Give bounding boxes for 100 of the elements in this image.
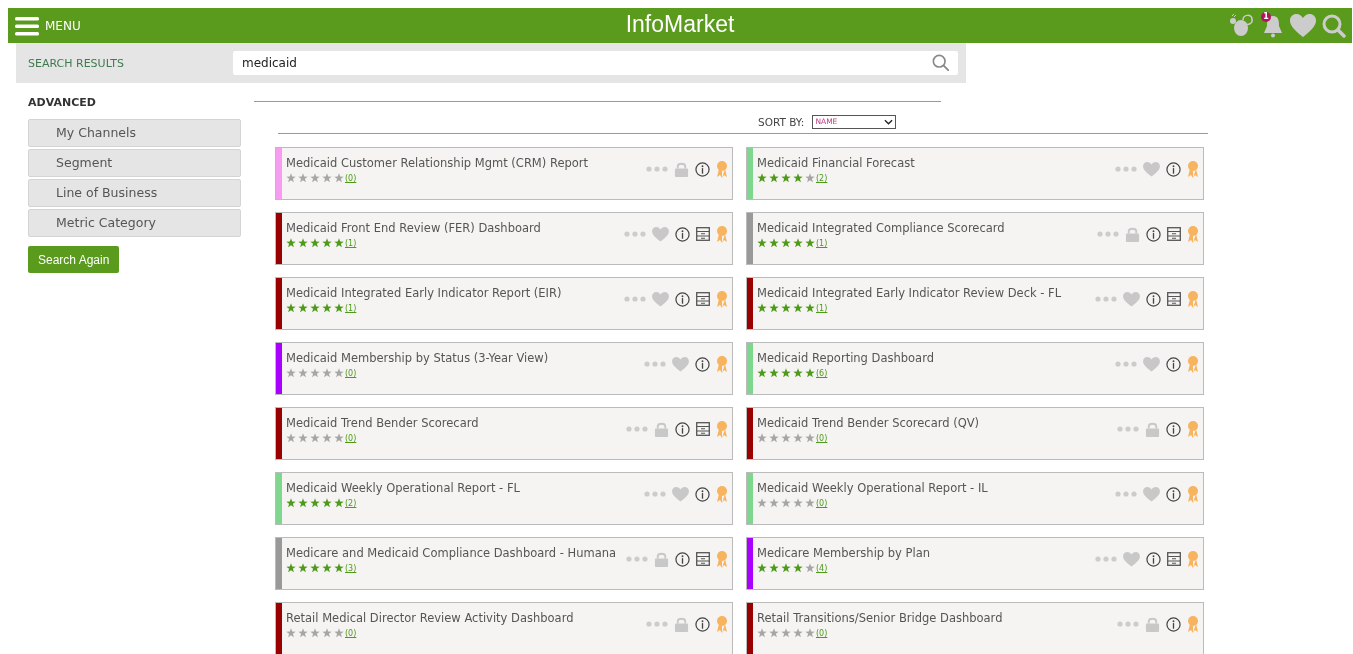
info-icon[interactable] bbox=[675, 226, 690, 242]
info-icon[interactable] bbox=[1166, 421, 1181, 437]
star-icon[interactable] bbox=[793, 173, 803, 183]
ribbon-icon[interactable] bbox=[716, 225, 728, 243]
info-icon[interactable] bbox=[1146, 551, 1161, 567]
info-icon[interactable] bbox=[675, 421, 690, 437]
heart-icon[interactable] bbox=[672, 486, 689, 502]
info-icon[interactable] bbox=[675, 291, 690, 307]
star-icon[interactable] bbox=[781, 238, 791, 248]
star-icon[interactable] bbox=[805, 563, 815, 573]
sidebar-item[interactable]: Segment bbox=[28, 149, 241, 177]
star-icon[interactable] bbox=[298, 628, 308, 638]
star-icon[interactable] bbox=[793, 498, 803, 508]
star-icon[interactable] bbox=[769, 238, 779, 248]
heart-icon[interactable] bbox=[672, 356, 689, 372]
table-icon[interactable] bbox=[696, 422, 710, 436]
more-icon[interactable] bbox=[644, 361, 666, 367]
table-icon[interactable] bbox=[1167, 292, 1181, 306]
ribbon-icon[interactable] bbox=[716, 485, 728, 503]
more-icon[interactable] bbox=[624, 296, 646, 302]
report-title[interactable]: Medicaid Trend Bender Scorecard bbox=[286, 416, 626, 430]
info-icon[interactable] bbox=[695, 356, 710, 372]
heart-icon[interactable] bbox=[1290, 13, 1316, 38]
star-icon[interactable] bbox=[322, 433, 332, 443]
star-icon[interactable] bbox=[757, 433, 767, 443]
more-icon[interactable] bbox=[1115, 166, 1137, 172]
star-icon[interactable] bbox=[322, 368, 332, 378]
star-icon[interactable] bbox=[781, 563, 791, 573]
report-title[interactable]: Medicaid Integrated Early Indicator Report (EIR) bbox=[286, 286, 624, 300]
star-icon[interactable] bbox=[286, 238, 296, 248]
table-icon[interactable] bbox=[696, 552, 710, 566]
star-icon[interactable] bbox=[757, 303, 767, 313]
lock-icon[interactable] bbox=[674, 161, 689, 177]
report-card[interactable]: Medicaid Weekly Operational Report - FL (2) bbox=[275, 472, 733, 525]
bell-icon[interactable] bbox=[1262, 13, 1284, 38]
star-icon[interactable] bbox=[805, 498, 815, 508]
ribbon-icon[interactable] bbox=[716, 290, 728, 308]
star-icon[interactable] bbox=[298, 303, 308, 313]
search-icon[interactable] bbox=[932, 54, 950, 72]
star-icon[interactable] bbox=[286, 628, 296, 638]
star-icon[interactable] bbox=[310, 498, 320, 508]
star-icon[interactable] bbox=[781, 368, 791, 378]
info-icon[interactable] bbox=[1166, 161, 1181, 177]
sidebar-item[interactable]: My Channels bbox=[28, 119, 241, 147]
star-icon[interactable] bbox=[769, 173, 779, 183]
ribbon-icon[interactable] bbox=[1187, 290, 1199, 308]
report-card[interactable]: Medicaid Weekly Operational Report - IL (0) bbox=[746, 472, 1204, 525]
star-icon[interactable] bbox=[334, 238, 344, 248]
star-icon[interactable] bbox=[334, 368, 344, 378]
report-title[interactable]: Medicaid Reporting Dashboard bbox=[757, 351, 1115, 365]
report-card[interactable]: Medicaid Integrated Compliance Scorecard (1) bbox=[746, 212, 1204, 265]
star-icon[interactable] bbox=[334, 498, 344, 508]
ribbon-icon[interactable] bbox=[1187, 355, 1199, 373]
star-icon[interactable] bbox=[757, 173, 767, 183]
star-icon[interactable] bbox=[322, 303, 332, 313]
star-icon[interactable] bbox=[334, 628, 344, 638]
lock-icon[interactable] bbox=[654, 551, 669, 567]
star-icon[interactable] bbox=[310, 368, 320, 378]
star-icon[interactable] bbox=[298, 563, 308, 573]
report-title[interactable]: Medicaid Membership by Status (3-Year View) bbox=[286, 351, 644, 365]
more-icon[interactable] bbox=[1095, 556, 1117, 562]
ribbon-icon[interactable] bbox=[716, 550, 728, 568]
ribbon-icon[interactable] bbox=[716, 160, 728, 178]
report-card[interactable]: Medicaid Trend Bender Scorecard (0) bbox=[275, 407, 733, 460]
heart-icon[interactable] bbox=[1123, 551, 1140, 567]
star-icon[interactable] bbox=[793, 563, 803, 573]
more-icon[interactable] bbox=[646, 621, 668, 627]
star-icon[interactable] bbox=[793, 628, 803, 638]
more-icon[interactable] bbox=[624, 231, 646, 237]
lock-icon[interactable] bbox=[674, 616, 689, 632]
star-icon[interactable] bbox=[286, 173, 296, 183]
star-icon[interactable] bbox=[334, 173, 344, 183]
report-card[interactable]: Medicare Membership by Plan (4) bbox=[746, 537, 1204, 590]
heart-icon[interactable] bbox=[1123, 291, 1140, 307]
table-icon[interactable] bbox=[1167, 552, 1181, 566]
star-icon[interactable] bbox=[298, 238, 308, 248]
heart-icon[interactable] bbox=[652, 291, 669, 307]
lock-icon[interactable] bbox=[1145, 616, 1160, 632]
report-title[interactable]: Medicaid Weekly Operational Report - FL bbox=[286, 481, 644, 495]
more-icon[interactable] bbox=[626, 556, 648, 562]
star-icon[interactable] bbox=[757, 628, 767, 638]
sidebar-item[interactable]: Line of Business bbox=[28, 179, 241, 207]
sidebar-item[interactable]: Metric Category bbox=[28, 209, 241, 237]
star-icon[interactable] bbox=[805, 368, 815, 378]
star-icon[interactable] bbox=[769, 368, 779, 378]
star-icon[interactable] bbox=[793, 433, 803, 443]
table-icon[interactable] bbox=[1167, 227, 1181, 241]
more-icon[interactable] bbox=[1097, 231, 1119, 237]
star-icon[interactable] bbox=[286, 433, 296, 443]
star-icon[interactable] bbox=[334, 563, 344, 573]
info-icon[interactable] bbox=[1166, 486, 1181, 502]
star-icon[interactable] bbox=[769, 498, 779, 508]
more-icon[interactable] bbox=[1115, 361, 1137, 367]
star-icon[interactable] bbox=[769, 563, 779, 573]
heart-icon[interactable] bbox=[1143, 356, 1160, 372]
star-icon[interactable] bbox=[286, 368, 296, 378]
report-title[interactable]: Retail Medical Director Review Activity Dashboard bbox=[286, 611, 646, 625]
star-icon[interactable] bbox=[322, 563, 332, 573]
report-card[interactable]: Medicaid Trend Bender Scorecard (QV) (0) bbox=[746, 407, 1204, 460]
report-title[interactable]: Medicaid Integrated Early Indicator Review Deck - FL bbox=[757, 286, 1095, 300]
